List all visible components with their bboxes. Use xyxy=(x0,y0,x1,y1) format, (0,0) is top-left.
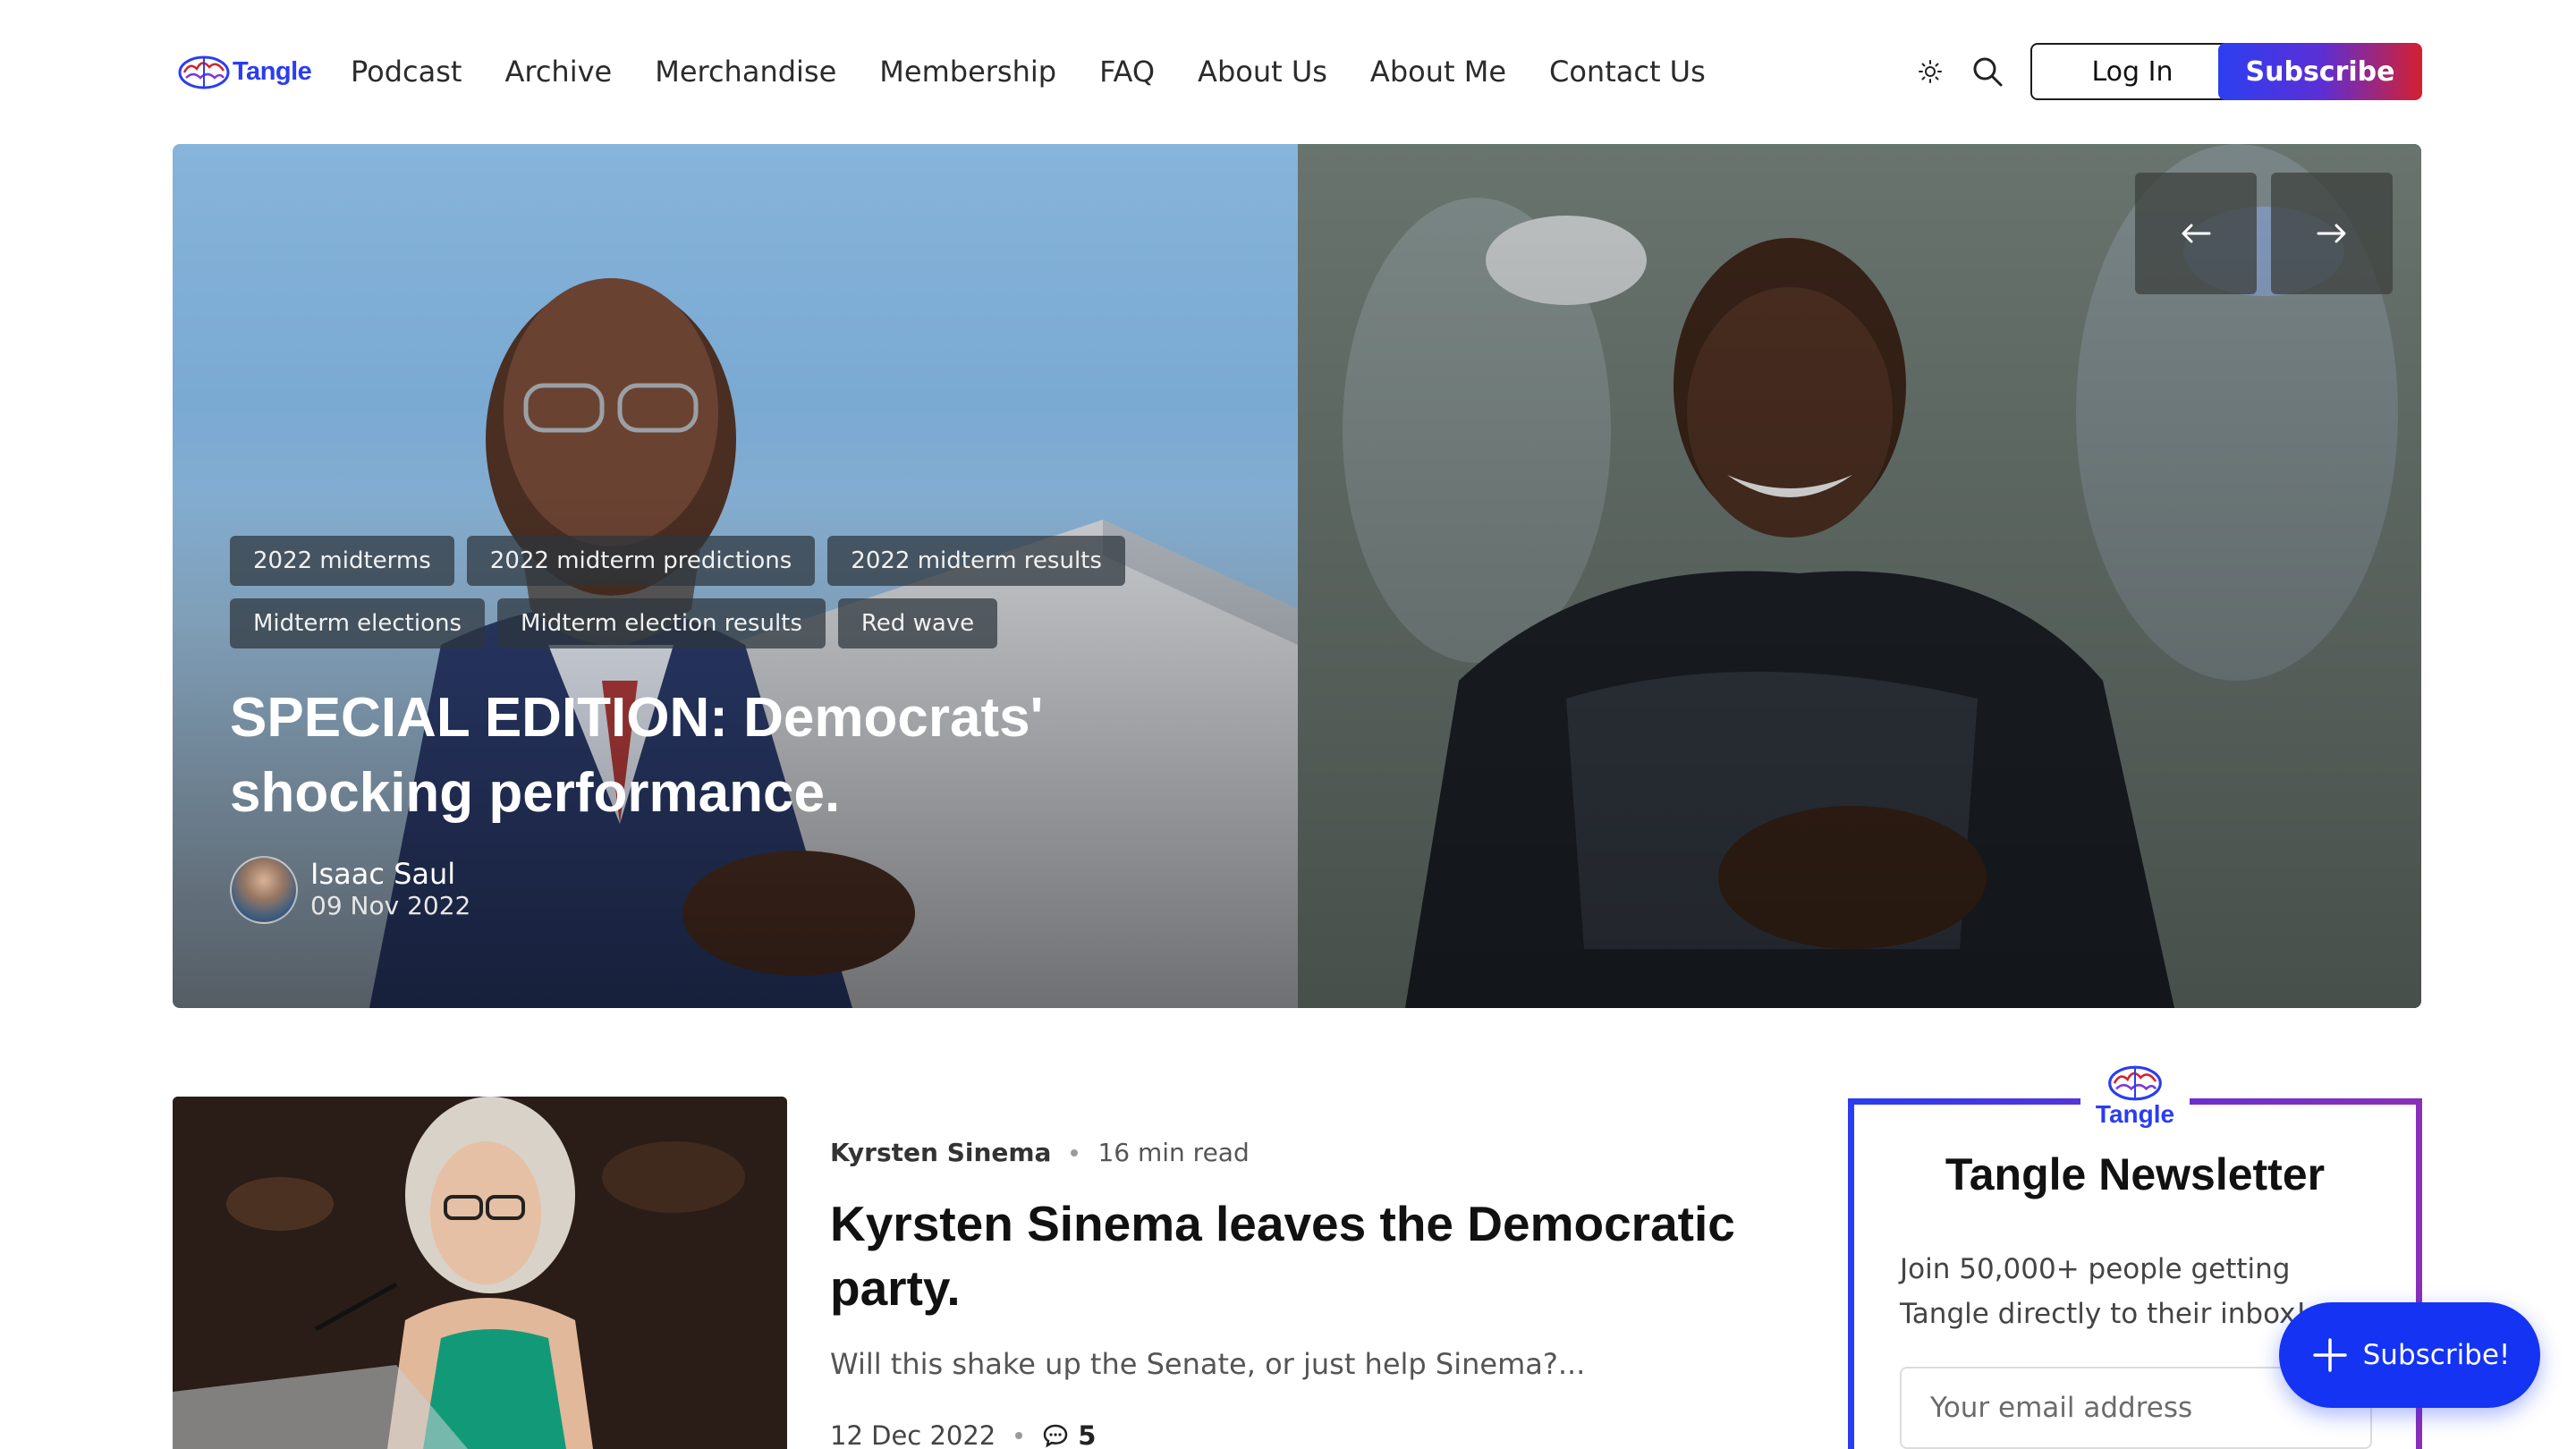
subscribe-button[interactable]: Subscribe xyxy=(2218,43,2422,100)
brain-logo-icon xyxy=(2108,1065,2162,1101)
comments-link[interactable]: 5 xyxy=(1042,1420,1096,1449)
separator-dot xyxy=(1071,1148,1079,1157)
carousel-prev-button[interactable] xyxy=(2135,173,2257,294)
post-footer: 12 Dec 2022 5 xyxy=(830,1420,1096,1449)
brain-logo-icon xyxy=(178,55,230,89)
post-excerpt: Will this shake up the Senate, or just h… xyxy=(830,1347,1586,1381)
comment-icon xyxy=(1044,1424,1068,1448)
tag-chip[interactable]: 2022 midterm predictions xyxy=(466,536,816,586)
site-header: Tangle Podcast Archive Merchandise Membe… xyxy=(0,0,2576,143)
author-meta: Isaac Saul 09 Nov 2022 xyxy=(310,858,470,922)
nav-about-me[interactable]: About Me xyxy=(1370,50,1506,93)
newsletter-logo: Tangle xyxy=(2080,1063,2190,1132)
main-nav: Podcast Archive Merchandise Membership F… xyxy=(351,50,1706,93)
post-category[interactable]: Kyrsten Sinema xyxy=(830,1138,1051,1167)
nav-merchandise[interactable]: Merchandise xyxy=(655,50,836,93)
author-avatar[interactable] xyxy=(230,856,298,924)
comment-count: 5 xyxy=(1078,1420,1097,1449)
search-button[interactable] xyxy=(1968,52,2007,91)
post-date: 12 Dec 2022 xyxy=(830,1420,996,1449)
site-logo[interactable]: Tangle xyxy=(177,48,312,95)
author-name[interactable]: Isaac Saul xyxy=(310,858,470,890)
tag-chip[interactable]: Midterm election results xyxy=(497,598,826,648)
nav-archive[interactable]: Archive xyxy=(504,50,612,93)
floating-subscribe-button[interactable]: Subscribe! xyxy=(2279,1302,2540,1408)
read-time: 16 min read xyxy=(1097,1138,1250,1167)
post-photo xyxy=(173,1097,787,1449)
nav-podcast[interactable]: Podcast xyxy=(351,50,462,93)
newsletter-description: Join 50,000+ people getting Tangle direc… xyxy=(1900,1253,2307,1330)
nav-membership[interactable]: Membership xyxy=(879,50,1056,93)
sun-icon xyxy=(1919,60,1942,83)
featured-carousel[interactable]: 2022 midterms 2022 midterm predictions 2… xyxy=(173,144,2421,1008)
tag-chip[interactable]: 2022 midterms xyxy=(230,536,454,586)
arrow-left-icon xyxy=(2182,224,2211,243)
logo-text: Tangle xyxy=(233,56,312,86)
search-icon xyxy=(1973,57,2003,87)
tag-chip[interactable]: Red wave xyxy=(837,598,998,648)
plus-icon xyxy=(2312,1338,2347,1372)
hero-title[interactable]: SPECIAL EDITION: Democrats' shocking per… xyxy=(230,681,1214,831)
post-thumbnail[interactable] xyxy=(173,1097,787,1449)
login-button[interactable]: Log In xyxy=(2030,43,2234,100)
theme-toggle-button[interactable] xyxy=(1912,54,1948,89)
hero-tag-list: 2022 midterms 2022 midterm predictions 2… xyxy=(230,536,1160,648)
arrow-right-icon xyxy=(2317,224,2346,243)
post-title[interactable]: Kyrsten Sinema leaves the Democratic par… xyxy=(830,1191,1760,1320)
post-date: 09 Nov 2022 xyxy=(310,891,471,920)
tag-chip[interactable]: 2022 midterm results xyxy=(827,536,1125,586)
nav-contact-us[interactable]: Contact Us xyxy=(1549,50,1706,93)
hero-author: Isaac Saul 09 Nov 2022 xyxy=(230,856,470,924)
separator-dot xyxy=(1015,1432,1023,1439)
tag-chip[interactable]: Midterm elections xyxy=(230,598,486,648)
post-meta: Kyrsten Sinema 16 min read xyxy=(830,1138,1250,1167)
nav-about-us[interactable]: About Us xyxy=(1198,50,1327,93)
newsletter-logo-text: Tangle xyxy=(2095,1100,2175,1128)
newsletter-title: Tangle Newsletter xyxy=(1945,1149,2326,1199)
nav-faq[interactable]: FAQ xyxy=(1099,50,1155,93)
carousel-next-button[interactable] xyxy=(2271,173,2393,294)
floating-subscribe-label: Subscribe! xyxy=(2362,1339,2511,1371)
